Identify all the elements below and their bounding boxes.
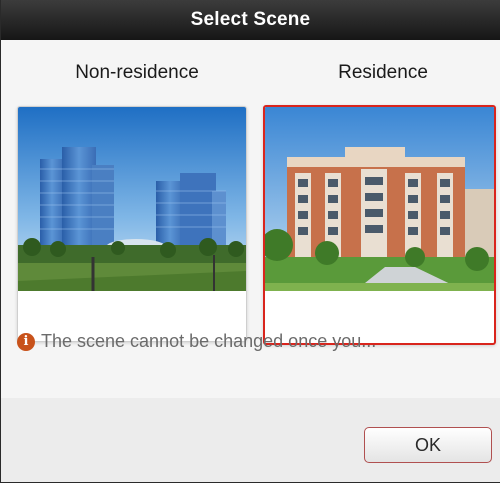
scene-card-non-residence[interactable] (17, 106, 247, 342)
residence-image (265, 107, 494, 291)
info-icon: i (17, 332, 35, 351)
scene-label-non-residence: Non-residence (75, 62, 199, 83)
non-residence-image (18, 107, 246, 291)
scene-card-residence[interactable] (263, 105, 496, 345)
select-scene-dialog: Select Scene Non-residence Residence i T… (0, 0, 500, 483)
scene-label-residence: Residence (338, 62, 428, 83)
dialog-title: Select Scene (1, 0, 500, 40)
notice-text: The scene cannot be changed once you... (41, 331, 377, 351)
ok-button[interactable]: OK (364, 427, 492, 463)
scene-change-notice: i The scene cannot be changed once you..… (17, 331, 376, 352)
